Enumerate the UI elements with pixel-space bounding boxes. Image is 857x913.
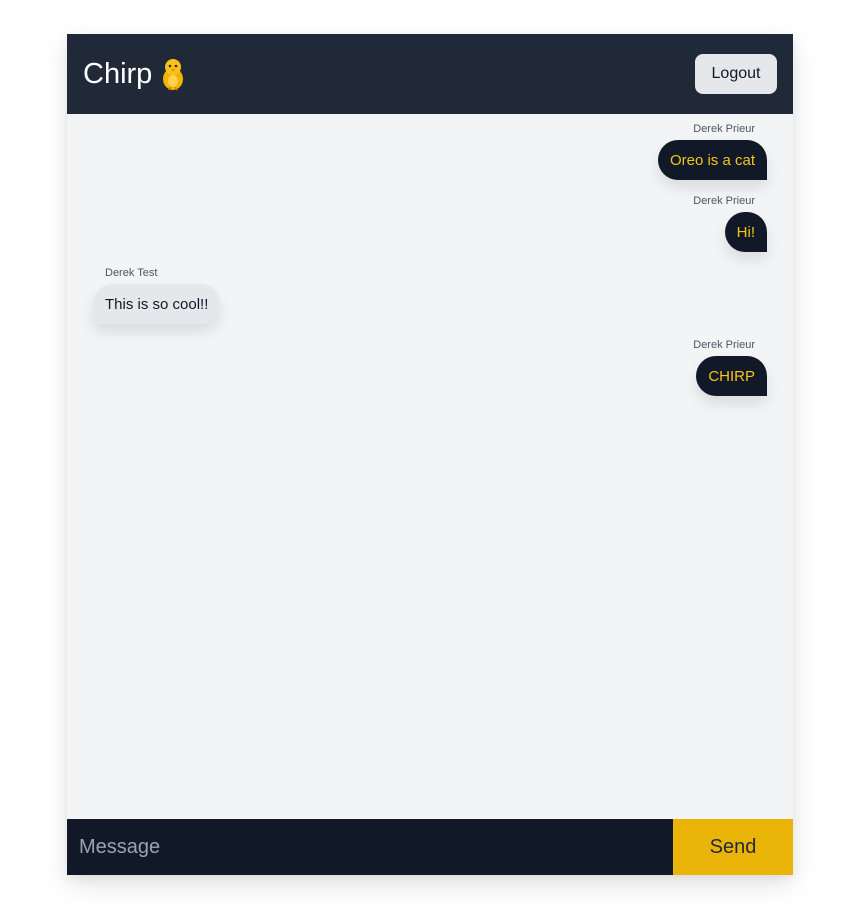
chick-icon [163,59,184,91]
message-composer: Send [67,819,793,875]
logout-button[interactable]: Logout [695,54,777,94]
message-item: Derek Prieur Oreo is a cat [93,122,767,180]
message-sender: Derek Prieur [693,195,755,207]
message-sender: Derek Prieur [693,123,755,135]
message-sender: Derek Test [105,267,158,279]
message-item: Derek Prieur Hi! [93,194,767,252]
app-header: Chirp Logout [67,34,793,114]
app-title: Chirp [83,57,153,90]
message-sender: Derek Prieur [693,339,755,351]
message-list: Derek Prieur Oreo is a cat Derek Prieur … [67,114,793,819]
send-button[interactable]: Send [673,819,793,875]
message-input[interactable] [67,819,673,875]
message-item: Derek Prieur CHIRP [93,338,767,396]
message-bubble: CHIRP [696,356,767,396]
message-bubble: Hi! [724,212,767,252]
message-item: Derek Test This is so cool!! [93,266,767,324]
message-bubble: Oreo is a cat [657,140,767,180]
message-bubble: This is so cool!! [93,284,221,324]
chat-window: Chirp Logout Derek Prieur Oreo is a cat … [67,34,793,875]
brand: Chirp [83,57,186,91]
